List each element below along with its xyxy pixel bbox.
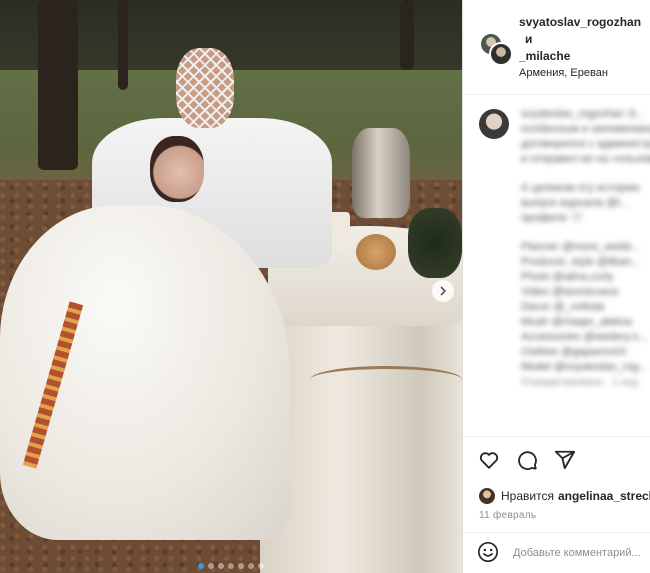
share-button[interactable] — [553, 449, 577, 473]
photo-bread — [356, 234, 396, 270]
photo-tree-trunk — [400, 0, 414, 70]
caption-line: Model @svyatoslav_rog... — [521, 361, 648, 373]
liker-username[interactable]: angelinaa_strech — [558, 489, 650, 503]
carousel-dot — [248, 563, 254, 569]
photo-rope — [310, 366, 462, 393]
collab-avatars[interactable] — [479, 32, 513, 66]
carousel-dot — [198, 563, 204, 569]
photo-woman-head — [150, 136, 204, 202]
caption-line — [521, 167, 650, 181]
chevron-right-icon — [440, 286, 447, 296]
photo-tree-trunk — [118, 0, 128, 90]
photo-man-head-net — [176, 48, 234, 128]
carousel-next-button[interactable] — [432, 280, 454, 302]
photo-woman-white-dress — [0, 205, 290, 540]
caption-line: А целиком эту историю — [521, 182, 640, 194]
caption-line: особенным и запоминающимся — [521, 123, 650, 135]
heart-icon — [479, 451, 499, 469]
post-header: svyatoslav_rogozhan и _milache Армения, … — [463, 0, 650, 95]
caption-line: Producer, style @liban... — [521, 256, 641, 268]
carousel-dot — [218, 563, 224, 569]
emoji-button[interactable] — [477, 541, 499, 565]
photo-samovar — [352, 128, 410, 218]
caption-line: Photo @alina.curly — [521, 271, 614, 283]
photo-greenery — [408, 208, 462, 278]
comment-button[interactable] — [515, 449, 539, 473]
caption-line: Muah @maqer_aleksa — [521, 316, 632, 328]
likes-prefix: Нравится — [501, 489, 554, 503]
caption-footer: Отредактировано · 1 нед. — [521, 377, 640, 388]
carousel-dot — [208, 563, 214, 569]
paper-plane-icon — [554, 450, 576, 469]
caption-line: и отправил ее на «ольховую» — [521, 153, 650, 165]
caption-text: svyatoslav_rogozhan Э... особенным и запо… — [521, 107, 650, 390]
photo-tablecloth — [260, 290, 462, 573]
smiley-icon — [478, 542, 498, 562]
carousel-dot — [238, 563, 244, 569]
comment-input[interactable] — [511, 546, 650, 560]
conjunction-text: и — [525, 32, 533, 46]
caption-line: договорился с администрацией — [521, 138, 650, 150]
username-link[interactable]: svyatoslav_rogozhan — [519, 14, 649, 31]
photo-tree-trunk — [38, 0, 78, 170]
like-button[interactable] — [477, 449, 501, 473]
caption-area: svyatoslav_rogozhan Э... особенным и запо… — [463, 95, 650, 431]
caption-line: Clothes @gaparovich — [521, 346, 627, 358]
caption-line: Video @tanmicuess — [521, 286, 619, 298]
username-link[interactable]: _milache — [519, 48, 649, 65]
caption-line: профиля 🤍 — [521, 212, 584, 224]
avatar[interactable] — [479, 488, 495, 504]
avatar[interactable] — [479, 109, 509, 139]
avatar[interactable] — [489, 42, 513, 66]
caption-line: Decor @_nofoda — [521, 301, 605, 313]
post-date[interactable]: 11 февраль — [479, 510, 536, 521]
comment-bubble-icon — [518, 450, 537, 470]
likes-line: Нравится angelinaa_strech — [479, 486, 650, 506]
post-sidebar: svyatoslav_rogozhan и _milache Армения, … — [462, 0, 650, 573]
location-link[interactable]: Армения, Ереван — [519, 65, 649, 82]
caption-line: выпуск журнала @l... — [521, 197, 629, 209]
caption-line: Accessories @wedery.n... — [521, 331, 648, 343]
action-bar — [463, 436, 650, 484]
caption-line: svyatoslav_rogozhan Э... — [521, 108, 645, 120]
caption-line — [521, 226, 650, 240]
comment-box — [463, 532, 650, 573]
caption-line: Planner @more_wedd... — [521, 241, 640, 253]
carousel-dot — [258, 563, 264, 569]
author-names: svyatoslav_rogozhan и _milache Армения, … — [519, 14, 649, 82]
carousel-dots — [0, 563, 462, 569]
carousel-dot — [228, 563, 234, 569]
post-photo[interactable] — [0, 0, 462, 573]
